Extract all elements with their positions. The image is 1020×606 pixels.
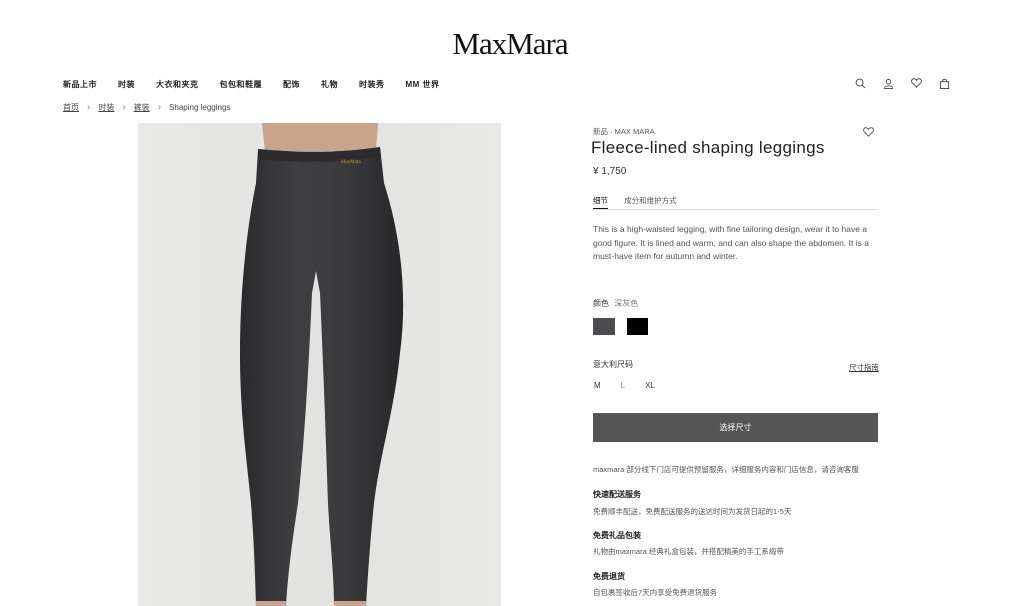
nav-item-runway[interactable]: 时装秀 xyxy=(359,79,385,90)
breadcrumb-fashion[interactable]: 时装 xyxy=(98,102,114,113)
product-brand: 新品 · MAX MARA xyxy=(593,127,655,136)
product-image[interactable]: MaxMara xyxy=(138,123,501,606)
gift-wrap-heading: 免费礼品包装 xyxy=(593,531,641,540)
main-nav: 新品上市 时装 大衣和夹克 包包和鞋履 配饰 礼物 时装秀 MM 世界 xyxy=(63,79,461,90)
gift-wrap-text: 礼物由maxmara 经典礼盒包装，并搭配精美的手工系缎带 xyxy=(593,547,784,556)
product-info: 新品 · MAX MARA xyxy=(593,126,878,137)
size-option-l[interactable]: L xyxy=(621,381,625,390)
color-swatch-black[interactable] xyxy=(627,318,648,335)
nav-item-gifts[interactable]: 礼物 xyxy=(321,79,338,90)
chevron-right-icon: › xyxy=(87,102,91,113)
color-label: 颜色 深灰色 xyxy=(593,298,638,309)
brand-logo[interactable]: MaxMara xyxy=(0,26,1020,62)
color-label-text: 颜色 xyxy=(593,299,609,308)
size-option-m[interactable]: M xyxy=(594,381,601,390)
product-tabs: 细节 成分和维护方式 xyxy=(593,195,878,210)
nav-item-bags-shoes[interactable]: 包包和鞋履 xyxy=(220,79,263,90)
bag-icon[interactable] xyxy=(938,77,950,89)
returns-heading: 免费退货 xyxy=(593,572,625,581)
size-label: 意大利尺码 xyxy=(593,360,633,369)
size-guide-link[interactable]: 尺寸指南 xyxy=(849,362,879,373)
nav-item-fashion[interactable]: 时装 xyxy=(118,79,135,90)
header-icons xyxy=(854,77,950,89)
size-option-xl[interactable]: XL xyxy=(645,381,655,390)
nav-item-new[interactable]: 新品上市 xyxy=(63,79,97,90)
wishlist-heart-icon[interactable] xyxy=(910,77,922,89)
nav-item-mm-world[interactable]: MM 世界 xyxy=(406,79,440,90)
color-swatch-dark-grey[interactable] xyxy=(593,318,615,335)
store-service-note: maxmara 部分线下门店可提供预留服务，详细服务内容和门店信息，请咨询客服 xyxy=(593,465,859,474)
product-description: This is a high-waisted legging, with fin… xyxy=(593,224,869,261)
size-options: M L XL xyxy=(594,381,675,390)
user-icon[interactable] xyxy=(882,77,894,89)
breadcrumb: 首页 › 时装 › 裤装 › Shaping leggings xyxy=(63,102,230,113)
returns-text: 自包裹签收后7天内享受免费退货服务 xyxy=(593,588,718,597)
tab-details[interactable]: 细节 xyxy=(593,196,608,209)
select-size-button[interactable]: 选择尺寸 xyxy=(593,413,878,442)
chevron-right-icon: › xyxy=(122,102,126,113)
product-price: ¥ 1,750 xyxy=(593,166,627,177)
product-title: Fleece-lined shaping leggings xyxy=(591,138,825,157)
nav-item-accessories[interactable]: 配饰 xyxy=(283,79,300,90)
nav-item-coats[interactable]: 大衣和夹克 xyxy=(156,79,199,90)
shipping-heading: 快速配送服务 xyxy=(593,490,641,499)
svg-text:MaxMara: MaxMara xyxy=(341,160,361,165)
breadcrumb-home[interactable]: 首页 xyxy=(63,102,79,113)
tab-composition-care[interactable]: 成分和维护方式 xyxy=(624,196,677,205)
chevron-right-icon: › xyxy=(157,102,162,113)
add-to-wishlist-heart-icon[interactable] xyxy=(863,124,874,142)
search-icon[interactable] xyxy=(854,77,866,89)
breadcrumb-current: Shaping leggings xyxy=(169,103,231,112)
shipping-text: 免费顺丰配送，免费配送服务的送达时间为发货日起的1-5天 xyxy=(593,507,792,516)
breadcrumb-pants[interactable]: 裤装 xyxy=(134,102,150,113)
color-value: 深灰色 xyxy=(614,299,639,308)
